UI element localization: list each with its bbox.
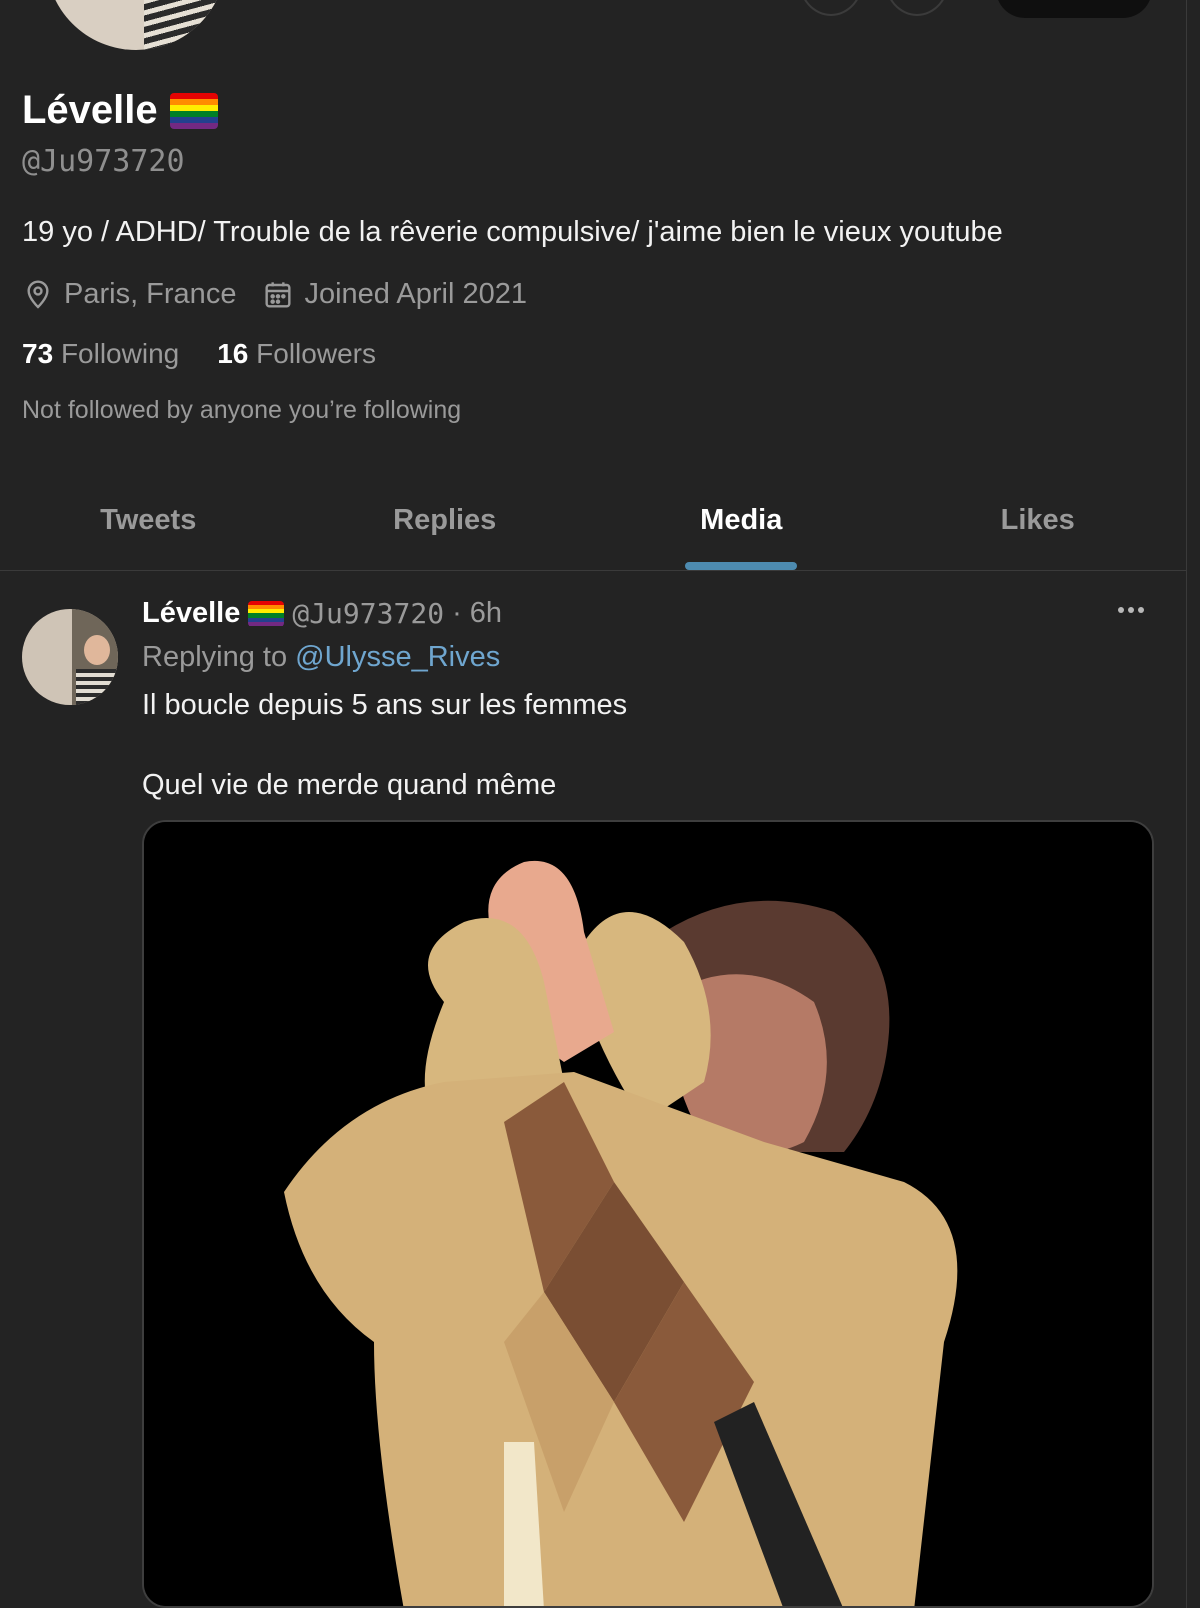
avatar-face: [84, 635, 110, 665]
tweet-text-line: Il boucle depuis 5 ans sur les femmes: [142, 689, 628, 721]
follow-stats: 73 Following 16 Followers: [22, 338, 376, 370]
tweet-timestamp[interactable]: 6h: [470, 597, 502, 630]
joined-text: Joined April 2021: [304, 278, 527, 310]
tweet-author-handle[interactable]: @Ju973720: [292, 597, 444, 630]
tab-tweets[interactable]: Tweets: [0, 470, 297, 570]
following-link[interactable]: 73 Following: [22, 338, 179, 370]
profile-tabs: Tweets Replies Media Likes: [0, 470, 1186, 571]
following-count: 73: [22, 338, 54, 369]
replying-prefix: Replying to: [142, 641, 288, 673]
media-image: [144, 822, 1152, 1606]
avatar-shirt: [76, 669, 116, 705]
tab-label: Replies: [393, 503, 497, 536]
tab-label: Media: [700, 503, 783, 536]
profile-avatar[interactable]: [46, 0, 226, 50]
pride-flag-icon: [169, 92, 218, 129]
tweet-separator: ·: [452, 597, 462, 629]
profile-handle: @Ju973720: [22, 144, 185, 179]
more-horizontal-icon[interactable]: [1118, 607, 1144, 613]
avatar-shirt-stripes: [144, 0, 224, 50]
tab-replies[interactable]: Replies: [297, 470, 594, 570]
message-button[interactable]: [884, 0, 950, 16]
tweet[interactable]: Lévelle @Ju973720 · 6h Replying to @Ulys…: [0, 571, 1186, 1608]
tweet-author-avatar[interactable]: [22, 609, 118, 705]
profile-bio: 19 yo / ADHD/ Trouble de la rêverie comp…: [22, 216, 1003, 248]
followers-link[interactable]: 16 Followers: [217, 338, 376, 370]
calendar-icon: [265, 281, 291, 308]
tab-label: Likes: [1000, 503, 1075, 536]
tweet-text-line: Quel vie de merde quand même: [142, 769, 557, 801]
replying-to: Replying to @Ulysse_Rives: [142, 641, 500, 674]
location-text: Paris, France: [64, 278, 237, 310]
display-name-text: Lévelle: [22, 88, 158, 132]
tweet-header: Lévelle @Ju973720 · 6h: [142, 597, 502, 630]
more-options-button[interactable]: [798, 0, 864, 16]
not-followed-note: Not followed by anyone you’re following: [22, 396, 462, 424]
location-item: Paris, France: [22, 278, 236, 311]
tab-label: Tweets: [100, 503, 197, 536]
location-pin-icon: [27, 279, 49, 309]
tweet-author-name[interactable]: Lévelle: [142, 597, 240, 630]
profile-display-name: Lévelle: [22, 88, 218, 133]
pride-flag-icon: [248, 600, 285, 627]
profile-page: Lévelle @Ju973720 19 yo / ADHD/ Trouble …: [0, 0, 1187, 1608]
tweet-media-gif[interactable]: [142, 820, 1154, 1608]
joined-item: Joined April 2021: [262, 278, 527, 311]
tab-media[interactable]: Media: [593, 470, 890, 570]
follow-button[interactable]: [996, 0, 1152, 18]
followers-label: Followers: [256, 338, 376, 369]
profile-meta: Paris, France Joined April 2021: [22, 278, 553, 311]
following-label: Following: [60, 338, 180, 369]
tweet-text: Il boucle depuis 5 ans sur les femmes Qu…: [142, 685, 627, 805]
tab-likes[interactable]: Likes: [890, 470, 1187, 570]
replying-mention-link[interactable]: @Ulysse_Rives: [295, 641, 500, 673]
followers-count: 16: [217, 338, 249, 369]
active-tab-indicator: [685, 562, 798, 570]
